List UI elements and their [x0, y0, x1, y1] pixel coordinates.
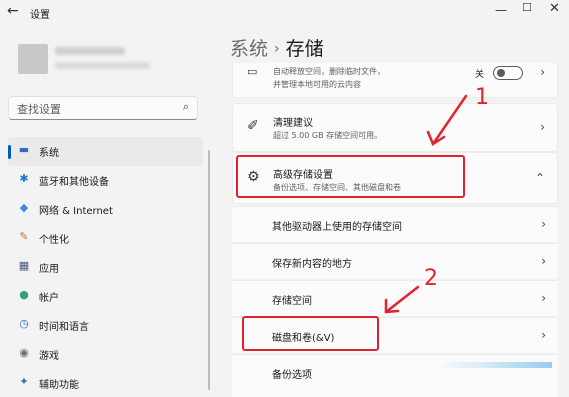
- step-number-2: 2: [424, 266, 438, 291]
- annotation-arrows: [384, 94, 468, 314]
- arrow-2-line: [384, 285, 420, 314]
- step-number-1: 1: [475, 85, 489, 110]
- arrow-1-line: [431, 94, 468, 146]
